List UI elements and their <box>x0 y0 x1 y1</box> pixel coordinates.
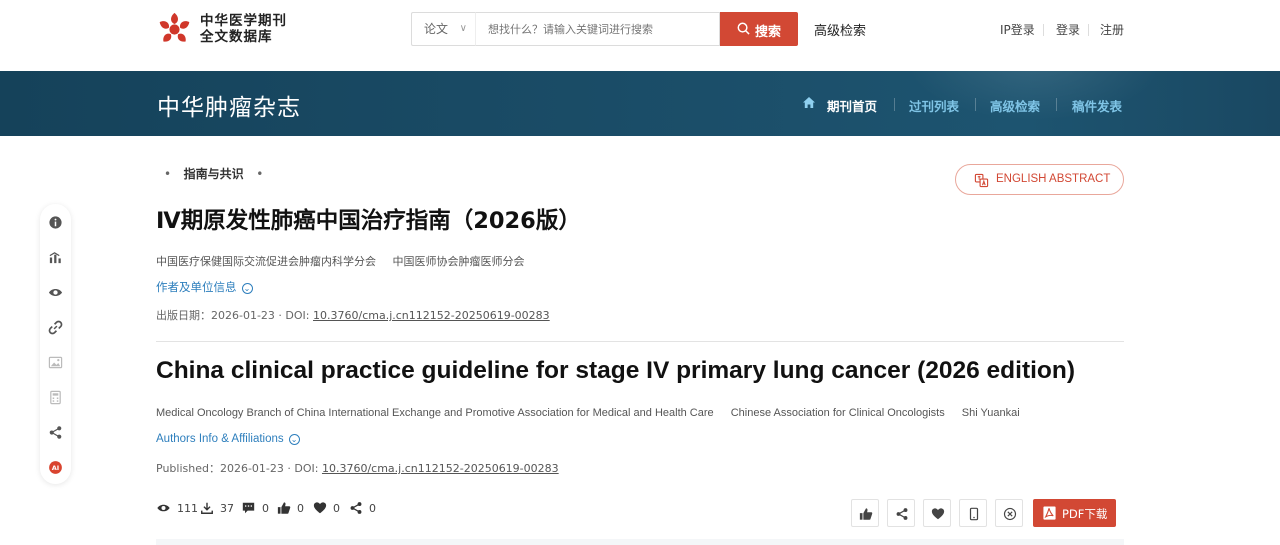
search-type-select[interactable]: 论文 ∨ <box>411 12 475 46</box>
author-org[interactable]: 中国医师协会肿瘤医师分会 <box>393 255 525 268</box>
thumbs-up-icon <box>277 502 291 514</box>
divider <box>1088 24 1089 36</box>
favorites-count: 0 <box>333 502 340 515</box>
shares-count: 0 <box>369 502 376 515</box>
top-header: 中华医学期刊 全文数据库 论文 ∨ 搜索 高级检索 IP登录 登录 注册 <box>0 0 1280 71</box>
bullet: • <box>256 167 264 181</box>
article-title-en: China clinical practice guideline for st… <box>156 357 1076 384</box>
search-input[interactable] <box>475 12 720 46</box>
metrics-icon[interactable] <box>48 250 63 265</box>
pdf-download-label: PDF下载 <box>1062 507 1108 521</box>
download-icon <box>201 502 213 514</box>
article-tool-sidebar: AI <box>40 204 71 484</box>
doi-link[interactable]: 10.3760/cma.j.cn112152-20250619-00283 <box>313 309 550 322</box>
author-name[interactable]: Shi Yuankai <box>962 407 1020 419</box>
divider <box>1043 24 1044 36</box>
author-org[interactable]: Chinese Association for Clinical Oncolog… <box>731 407 945 419</box>
authors-cn: 中国医疗保健国际交流促进会肿瘤内科学分会 中国医师协会肿瘤医师分会 <box>156 253 538 269</box>
info-icon[interactable] <box>48 215 63 230</box>
calculator-icon[interactable] <box>48 390 63 405</box>
ip-login-link[interactable]: IP登录 <box>1000 21 1035 38</box>
content-bottom-edge <box>156 539 1124 545</box>
share-icon <box>896 508 908 520</box>
eye-icon <box>157 504 170 512</box>
divider <box>894 98 895 111</box>
publish-date-cn: 出版日期：2026-01-23 · DOI: <box>156 309 310 322</box>
divider <box>975 98 976 111</box>
author-org[interactable]: 中国医疗保健国际交流促进会肿瘤内科学分会 <box>156 255 376 268</box>
mobile-icon <box>969 507 979 521</box>
author-affiliation-toggle-en[interactable]: Authors Info & Affiliations ⌄ <box>156 433 300 445</box>
ai-icon-label: AI <box>52 464 60 472</box>
home-icon <box>803 97 815 108</box>
bullet: • <box>164 167 172 181</box>
heart-icon <box>313 502 327 514</box>
advanced-search-link[interactable]: 高级检索 <box>814 20 866 39</box>
doi-link[interactable]: 10.3760/cma.j.cn112152-20250619-00283 <box>322 462 559 475</box>
section-divider <box>156 341 1124 342</box>
nav-advanced-search[interactable]: 高级检索 <box>990 96 1040 115</box>
likes-count: 0 <box>297 502 304 515</box>
publish-date-en: Published：2026-01-23 · DOI: <box>156 462 319 475</box>
share-icon <box>350 502 362 514</box>
views-count: 111 <box>177 502 198 515</box>
share-button[interactable] <box>887 499 915 527</box>
authors-en: Medical Oncology Branch of China Interna… <box>156 407 1034 419</box>
chevron-down-icon: ⌄ <box>288 434 300 445</box>
heart-icon <box>931 508 945 520</box>
link-icon[interactable] <box>48 320 63 335</box>
nav-past-issues[interactable]: 过刊列表 <box>909 96 959 115</box>
nav-submission[interactable]: 稿件发表 <box>1072 96 1122 115</box>
comment-icon <box>242 502 255 514</box>
search-bar: 论文 ∨ 搜索 <box>411 12 798 46</box>
login-link[interactable]: 登录 <box>1056 21 1080 38</box>
english-abstract-button[interactable]: ENGLISH ABSTRACT <box>955 164 1124 195</box>
chevron-down-icon: ∨ <box>459 23 467 34</box>
publication-info-en: Published：2026-01-23 · DOI: 10.3760/cma.… <box>156 460 559 476</box>
affiliation-label: Authors Info & Affiliations <box>156 433 284 445</box>
author-org[interactable]: Medical Oncology Branch of China Interna… <box>156 407 714 419</box>
divider <box>1056 98 1057 111</box>
nav-journal-home[interactable]: 期刊首页 <box>827 96 877 115</box>
affiliation-label: 作者及单位信息 <box>156 280 237 294</box>
site-logo[interactable]: 中华医学期刊 全文数据库 <box>156 11 296 49</box>
comments-count: 0 <box>262 502 269 515</box>
mobile-view-button[interactable] <box>959 499 987 527</box>
chevron-down-icon: ⌄ <box>241 283 253 294</box>
register-link[interactable]: 注册 <box>1100 21 1124 38</box>
article-title-cn: Ⅳ期原发性肺癌中国治疗指南（2026版） <box>156 208 581 234</box>
pdf-icon <box>1043 506 1056 520</box>
logo-text: 中华医学期刊 全文数据库 <box>200 13 287 45</box>
view-icon[interactable] <box>48 285 63 300</box>
logo-line-2: 全文数据库 <box>200 29 273 45</box>
translate-icon <box>974 173 989 188</box>
thumbs-up-icon <box>859 508 873 520</box>
pdf-download-button[interactable]: PDF下载 <box>1033 499 1116 527</box>
close-circle-icon <box>1003 507 1017 521</box>
search-button[interactable]: 搜索 <box>720 12 798 46</box>
author-affiliation-toggle-cn[interactable]: 作者及单位信息 ⌄ <box>156 279 253 295</box>
journal-name[interactable]: 中华肿瘤杂志 <box>157 88 301 122</box>
publication-info-cn: 出版日期：2026-01-23 · DOI: 10.3760/cma.j.cn1… <box>156 307 550 323</box>
close-button[interactable] <box>995 499 1023 527</box>
article-column-tag[interactable]: • 指南与共识 • <box>164 165 263 182</box>
column-label: 指南与共识 <box>183 167 244 181</box>
image-icon[interactable] <box>48 355 63 370</box>
search-type-value: 论文 <box>424 22 449 36</box>
like-button[interactable] <box>851 499 879 527</box>
search-icon <box>737 22 750 35</box>
logo-line-1: 中华医学期刊 <box>200 13 287 29</box>
logo-icon <box>159 12 190 42</box>
search-button-label: 搜索 <box>755 25 782 40</box>
ai-icon[interactable]: AI <box>48 460 63 475</box>
favorite-button[interactable] <box>923 499 951 527</box>
downloads-count: 37 <box>220 502 234 515</box>
journal-banner: 中华肿瘤杂志 期刊首页 过刊列表 高级检索 稿件发表 <box>0 71 1280 136</box>
english-abstract-label: ENGLISH ABSTRACT <box>996 173 1111 185</box>
share-icon[interactable] <box>48 425 63 440</box>
